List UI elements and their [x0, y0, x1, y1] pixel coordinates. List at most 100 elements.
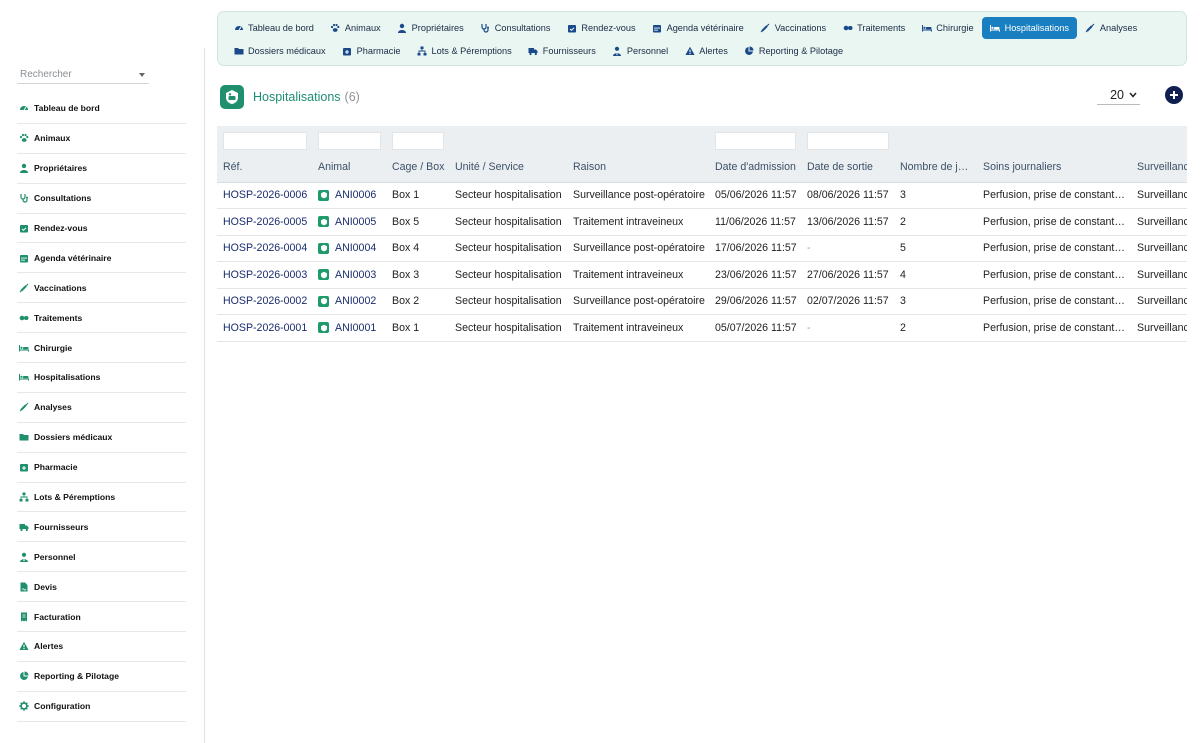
column-header-soins-journaliers[interactable]: Soins journaliers	[977, 153, 1131, 183]
top-menu-item-rendez-vous[interactable]: Rendez-vous	[558, 17, 643, 39]
top-menu-item-analyses[interactable]: Analyses	[1077, 17, 1145, 39]
top-menu-item-tableau-de-bord[interactable]: Tableau de bord	[225, 17, 322, 39]
top-menu-item-alertes[interactable]: Alertes	[676, 40, 736, 62]
top-menu-item-lots-peremptions[interactable]: Lots & Péremptions	[409, 40, 520, 62]
sidebar-item-hospitalisations[interactable]: Hospitalisations	[17, 363, 186, 393]
top-menu-item-chirurgie[interactable]: Chirurgie	[913, 17, 981, 39]
hospital-logo-icon	[220, 85, 244, 109]
cell-raison: Surveillance post-opératoire	[567, 182, 709, 209]
pharmacy-icon	[19, 462, 29, 472]
cell-animal[interactable]: ANI0001	[312, 314, 386, 342]
sidebar-item-rendez-vous[interactable]: Rendez-vous	[17, 214, 186, 244]
sidebar-item-pharmacie[interactable]: Pharmacie	[17, 453, 186, 483]
cell-date-d-admission: 11/06/2026 11:57	[709, 208, 801, 236]
table-row[interactable]: HOSP-2026-0002 ANI0002 Box 2 Secteur hospit…	[217, 288, 1187, 315]
animal-code[interactable]: ANI0003	[335, 269, 376, 281]
cell-ref[interactable]: HOSP-2026-0003	[217, 261, 312, 289]
column-header-nombre-de-j[interactable]: Nombre de j…	[894, 153, 977, 183]
top-menu-item-consultations[interactable]: Consultations	[472, 17, 559, 39]
cell-surveillance: Surveillance	[1131, 208, 1187, 236]
animal-code[interactable]: ANI0004	[335, 242, 376, 254]
sidebar-item-tableau-de-bord[interactable]: Tableau de bord	[17, 94, 186, 124]
sidebar-item-reporting-pilotage[interactable]: Reporting & Pilotage	[17, 662, 186, 692]
top-menu-item-fournisseurs[interactable]: Fournisseurs	[520, 40, 604, 62]
cell-animal[interactable]: ANI0004	[312, 235, 386, 262]
column-header-animal[interactable]: Animal	[312, 153, 386, 183]
animal-code[interactable]: ANI0001	[335, 322, 376, 334]
top-menu-item-pharmacie[interactable]: Pharmacie	[334, 40, 409, 62]
sidebar-item-proprietaires[interactable]: Propriétaires	[17, 154, 186, 184]
cell-ref[interactable]: HOSP-2026-0005	[217, 208, 312, 236]
top-menu-item-animaux[interactable]: Animaux	[322, 17, 389, 39]
cell-ref[interactable]: HOSP-2026-0004	[217, 235, 312, 262]
sidebar-item-chirurgie[interactable]: Chirurgie	[17, 333, 186, 364]
sidebar-item-analyses[interactable]: Analyses	[17, 393, 186, 423]
dashboard-icon	[19, 103, 29, 113]
sidebar-item-personnel[interactable]: Personnel	[17, 542, 186, 573]
filter-admission-input[interactable]	[715, 132, 796, 150]
top-menu-item-agenda-veterinaire[interactable]: Agenda vétérinaire	[644, 17, 752, 39]
filter-ref-input[interactable]	[223, 132, 307, 150]
table-row[interactable]: HOSP-2026-0004 ANI0004 Box 4 Secteur hospit…	[217, 235, 1187, 262]
filter-animal-input[interactable]	[318, 132, 381, 150]
cell-animal[interactable]: ANI0002	[312, 288, 386, 315]
table-row[interactable]: HOSP-2026-0003 ANI0003 Box 3 Secteur hospit…	[217, 261, 1187, 289]
truck-icon	[528, 46, 539, 57]
cell-ref[interactable]: HOSP-2026-0001	[217, 314, 312, 342]
cell-ref[interactable]: HOSP-2026-0002	[217, 288, 312, 315]
top-menu-item-hospitalisations[interactable]: Hospitalisations	[981, 17, 1077, 39]
top-menu-item-proprietaires[interactable]: Propriétaires	[389, 17, 472, 39]
top-menu-item-reporting-pilotage[interactable]: Reporting & Pilotage	[736, 40, 851, 62]
sitemap-icon	[19, 492, 29, 502]
sidebar-item-lots-peremptions[interactable]: Lots & Péremptions	[17, 483, 186, 513]
cell-ref[interactable]: HOSP-2026-0006	[217, 182, 312, 209]
top-menu-item-personnel[interactable]: Personnel	[604, 40, 676, 62]
top-menu-item-label: Animaux	[344, 23, 381, 33]
sidebar-item-animaux[interactable]: Animaux	[17, 124, 186, 154]
column-header-raison[interactable]: Raison	[567, 153, 709, 183]
sidebar-item-vaccinations[interactable]: Vaccinations	[17, 273, 186, 304]
add-button[interactable]	[1165, 86, 1183, 104]
column-header-surveillance[interactable]: Surveillance	[1131, 153, 1187, 183]
column-header-date-de-sortie[interactable]: Date de sortie	[801, 153, 894, 183]
table-row[interactable]: HOSP-2026-0001 ANI0001 Box 1 Secteur hospit…	[217, 314, 1187, 342]
cell-animal[interactable]: ANI0005	[312, 208, 386, 236]
cell-soins-journaliers: Perfusion, prise de constant…	[977, 208, 1131, 236]
table-row[interactable]: HOSP-2026-0006 ANI0006 Box 1 Secteur hospit…	[217, 182, 1187, 209]
top-menu-item-dossiers-medicaux[interactable]: Dossiers médicaux	[225, 40, 334, 62]
animal-code[interactable]: ANI0002	[335, 295, 376, 307]
sidebar-item-devis[interactable]: Devis	[17, 572, 186, 603]
cell-date-d-admission: 29/06/2026 11:57	[709, 288, 801, 315]
cell-animal[interactable]: ANI0003	[312, 261, 386, 289]
animal-photo-icon	[318, 295, 329, 307]
table-row[interactable]: HOSP-2026-0005 ANI0005 Box 5 Secteur hospit…	[217, 208, 1187, 236]
pills-icon	[19, 313, 29, 323]
sidebar-item-consultations[interactable]: Consultations	[17, 184, 186, 214]
syringe-icon	[1085, 23, 1096, 34]
top-menu-item-traitements[interactable]: Traitements	[834, 17, 913, 39]
sidebar-item-configuration[interactable]: Configuration	[17, 692, 186, 722]
sidebar-item-alertes[interactable]: Alertes	[17, 632, 186, 662]
column-header-date-d-admission[interactable]: Date d'admission	[709, 153, 801, 183]
sidebar-item-facturation[interactable]: Facturation	[17, 602, 186, 633]
cell-soins-journaliers: Perfusion, prise de constant…	[977, 235, 1131, 262]
cell-animal[interactable]: ANI0006	[312, 182, 386, 209]
page-size-select[interactable]: 20	[1097, 86, 1140, 105]
sidebar-item-dossiers-medicaux[interactable]: Dossiers médicaux	[17, 423, 186, 453]
filter-cage-input[interactable]	[392, 132, 444, 150]
column-header-cage-box[interactable]: Cage / Box	[386, 153, 449, 183]
sidebar-item-agenda-veterinaire[interactable]: Agenda vétérinaire	[17, 243, 186, 274]
filter-sortie-input[interactable]	[807, 132, 889, 150]
column-header-unite-service[interactable]: Unité / Service	[449, 153, 567, 183]
animal-code[interactable]: ANI0005	[335, 216, 376, 228]
animal-code[interactable]: ANI0006	[335, 189, 376, 201]
sidebar-item-traitements[interactable]: Traitements	[17, 303, 186, 334]
column-header-ref[interactable]: Réf.	[217, 153, 312, 183]
cell-date-d-admission: 17/06/2026 11:57	[709, 235, 801, 262]
animal-photo-icon	[318, 189, 329, 201]
sidebar-item-fournisseurs[interactable]: Fournisseurs	[17, 512, 186, 543]
cell-soins-journaliers: Perfusion, prise de constant…	[977, 261, 1131, 289]
search-select[interactable]: Rechercher	[17, 66, 149, 84]
page-size-value: 20	[1110, 88, 1124, 102]
top-menu-item-vaccinations[interactable]: Vaccinations	[752, 17, 834, 39]
